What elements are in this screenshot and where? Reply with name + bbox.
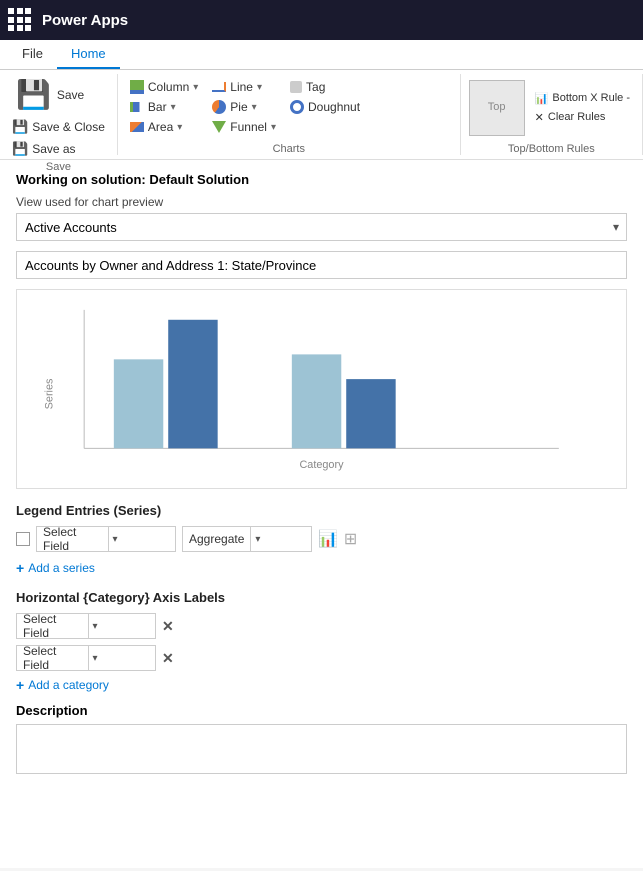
svg-text:Category: Category (299, 459, 344, 471)
description-section-label: Description (16, 703, 627, 718)
ribbon-toolbar: 💾 Save 💾 Save & Close 💾 Save as Save Col… (0, 70, 643, 160)
pie-icon (212, 100, 226, 114)
bar-1a (114, 359, 163, 448)
legend-checkbox[interactable] (16, 532, 30, 546)
line-icon (212, 82, 226, 92)
chart-title-input[interactable] (16, 251, 627, 279)
category-field-1-placeholder: Select Field (17, 612, 88, 640)
tag-icon (290, 81, 302, 93)
top-bottom-labels: 📊 Bottom X Rule - ✕ Clear Rules (531, 90, 634, 126)
category-field-dropdown-2[interactable]: Select Field ▾ (16, 645, 156, 671)
chart-type-icon[interactable]: 📊 (318, 529, 338, 549)
add-series-button[interactable]: + Add a series (16, 560, 627, 576)
add-series-plus: + (16, 560, 24, 576)
tab-home[interactable]: Home (57, 40, 120, 69)
category-row-2: Select Field ▾ ✕ (16, 645, 627, 671)
top-x-box: Top (469, 80, 525, 136)
pie-arrow: ▾ (252, 102, 257, 113)
chart-column-bar-area: Column ▾ Bar ▾ Area ▾ (126, 78, 202, 136)
legend-section-label: Legend Entries (Series) (16, 503, 627, 518)
main-content: Working on solution: Default Solution Vi… (0, 160, 643, 868)
tag-chart-button[interactable]: Tag (286, 78, 364, 96)
add-category-button[interactable]: + Add a category (16, 677, 627, 693)
apps-grid-icon[interactable] (8, 8, 32, 32)
remove-category-1-button[interactable]: ✕ (162, 618, 174, 635)
add-category-label: Add a category (28, 678, 109, 692)
ribbon-group-topbottom: Top 📊 Bottom X Rule - ✕ Clear Rules Top/… (461, 74, 643, 155)
tab-file[interactable]: File (8, 40, 57, 69)
doughnut-icon (290, 100, 304, 114)
bar-icon (130, 102, 144, 112)
clear-rules-button[interactable]: ✕ Clear Rules (531, 109, 634, 126)
view-dropdown-wrapper: Active Accounts (16, 213, 627, 241)
column-arrow: ▾ (193, 82, 198, 93)
add-series-label: Add a series (28, 561, 95, 575)
bar-chart-button[interactable]: Bar ▾ (126, 98, 202, 116)
legend-entry-row: Select Field ▾ Aggregate ▾ 📊 ⊞ (16, 526, 627, 552)
charts-group-label: Charts (126, 141, 452, 155)
description-textarea[interactable] (16, 724, 627, 774)
ribbon-group-charts: Column ▾ Bar ▾ Area ▾ Line (118, 74, 461, 155)
save-as-icon: 💾 (12, 141, 28, 157)
doughnut-chart-button[interactable]: Doughnut (286, 98, 364, 116)
legend-field-dropdown[interactable]: Select Field ▾ (36, 526, 176, 552)
category-field-dropdown-1[interactable]: Select Field ▾ (16, 613, 156, 639)
area-icon (130, 122, 144, 132)
area-arrow: ▾ (177, 122, 182, 133)
funnel-icon (212, 121, 226, 133)
save-close-label: Save & Close (32, 120, 105, 134)
save-label: Save (57, 88, 84, 102)
save-icon: 💾 (16, 78, 51, 111)
save-as-button[interactable]: 💾 Save as (8, 139, 80, 159)
top-label: Top (488, 101, 506, 114)
save-group-label: Save (8, 159, 109, 173)
line-chart-button[interactable]: Line ▾ (208, 78, 280, 96)
bar-2b (346, 379, 395, 448)
category-field-1-arrow: ▾ (88, 614, 156, 638)
line-arrow: ▾ (257, 82, 262, 93)
bar-arrow: ▾ (171, 102, 176, 113)
chart-svg: Series Category (27, 300, 616, 478)
legend-field-placeholder: Select Field (37, 525, 108, 553)
add-category-plus: + (16, 677, 24, 693)
save-as-label: Save as (32, 142, 75, 156)
ribbon-group-save: 💾 Save 💾 Save & Close 💾 Save as Save (0, 74, 118, 155)
bottom-x-icon: 📊 (535, 92, 549, 105)
clear-rules-icon: ✕ (535, 111, 544, 124)
save-close-icon: 💾 (12, 119, 28, 135)
category-row-1: Select Field ▾ ✕ (16, 613, 627, 639)
view-used-label: View used for chart preview (16, 195, 627, 209)
app-title: Power Apps (42, 12, 128, 29)
chart-line-pie-funnel: Line ▾ Pie ▾ Funnel ▾ (208, 78, 280, 136)
chart-tag-doughnut: Tag Doughnut (286, 78, 364, 116)
ribbon-tab-bar: File Home (0, 40, 643, 70)
bottom-x-rule-button[interactable]: 📊 Bottom X Rule - (531, 90, 634, 107)
bar-1b (168, 320, 217, 449)
column-chart-button[interactable]: Column ▾ (126, 78, 202, 96)
aggregate-arrow: ▾ (250, 527, 311, 551)
svg-text:Series: Series (44, 378, 56, 409)
save-button[interactable]: 💾 Save (8, 74, 92, 115)
pie-chart-button[interactable]: Pie ▾ (208, 98, 280, 116)
category-section-label: Horizontal {Category} Axis Labels (16, 590, 627, 605)
chart-container: Series Category (16, 289, 627, 489)
funnel-chart-button[interactable]: Funnel ▾ (208, 118, 280, 136)
category-field-2-arrow: ▾ (88, 646, 156, 670)
table-icon[interactable]: ⊞ (344, 529, 357, 549)
legend-field-arrow: ▾ (108, 527, 176, 551)
column-icon (130, 80, 144, 94)
bar-2a (292, 354, 341, 448)
area-chart-button[interactable]: Area ▾ (126, 118, 202, 136)
view-dropdown[interactable]: Active Accounts (16, 213, 627, 241)
save-close-button[interactable]: 💾 Save & Close (8, 117, 109, 137)
remove-category-2-button[interactable]: ✕ (162, 650, 174, 667)
topbottom-group-label: Top/Bottom Rules (469, 141, 634, 155)
funnel-arrow: ▾ (271, 122, 276, 133)
aggregate-dropdown[interactable]: Aggregate ▾ (182, 526, 312, 552)
title-bar: Power Apps (0, 0, 643, 40)
working-label: Working on solution: Default Solution (16, 172, 627, 187)
category-field-2-placeholder: Select Field (17, 644, 88, 672)
aggregate-placeholder: Aggregate (183, 532, 250, 546)
